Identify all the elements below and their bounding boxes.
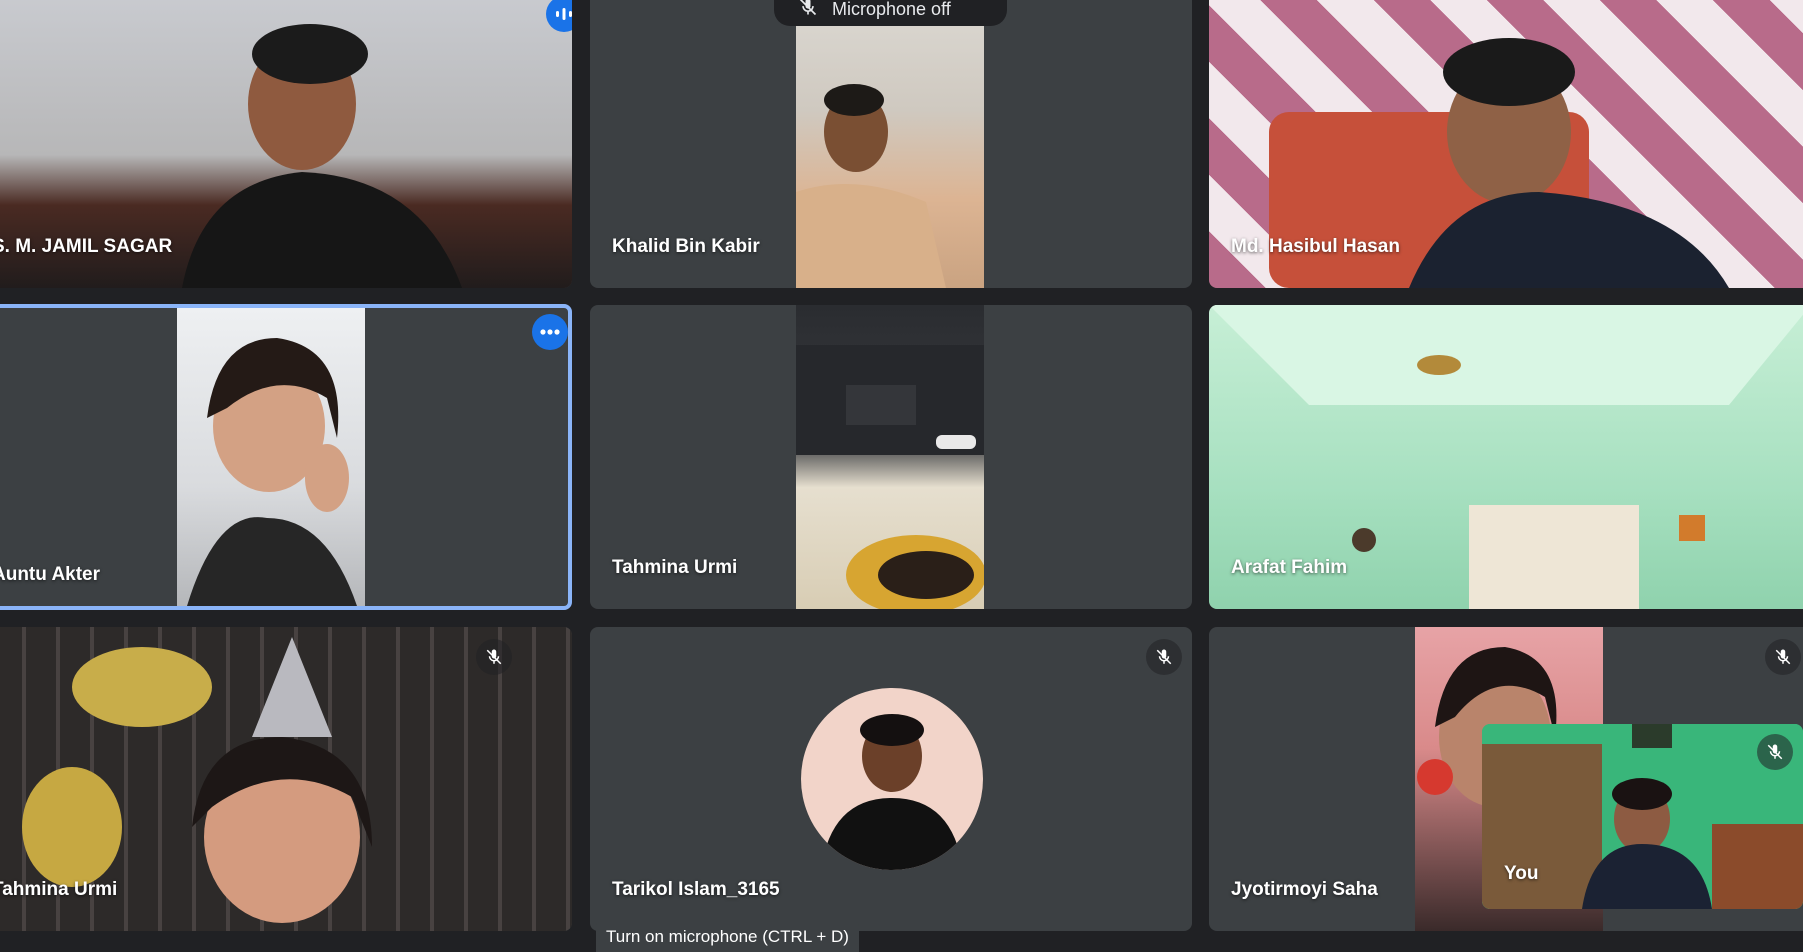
participant-name: Md. Hasibul Hasan bbox=[1231, 236, 1400, 257]
self-view-label: You bbox=[1504, 863, 1539, 884]
participant-name: Auntu Akter bbox=[0, 564, 101, 585]
participant-tile-tahmina-1[interactable]: Tahmina Urmi bbox=[590, 305, 1192, 609]
mic-off-icon bbox=[1757, 734, 1793, 770]
participant-name: Tahmina Urmi bbox=[612, 557, 738, 578]
participant-tile-tarikol[interactable]: Tarikol Islam_3165 bbox=[590, 627, 1192, 931]
participant-name: Arafat Fahim bbox=[1231, 557, 1348, 578]
participant-tile-jamil[interactable]: S. M. JAMIL SAGAR bbox=[0, 0, 572, 288]
toast-text: Microphone off bbox=[832, 0, 951, 19]
participant-name: Tahmina Urmi bbox=[0, 879, 118, 900]
person-silhouette bbox=[187, 338, 357, 606]
participant-tile-hasibul[interactable]: Md. Hasibul Hasan bbox=[1209, 0, 1803, 288]
person-silhouette bbox=[796, 84, 946, 288]
mic-off-icon bbox=[798, 0, 818, 22]
microphone-off-toast: Microphone off bbox=[774, 0, 1007, 26]
participant-tile-tahmina-2[interactable]: Tahmina Urmi bbox=[0, 627, 572, 931]
mic-off-icon bbox=[1146, 639, 1182, 675]
participant-tile-auntu[interactable]: Auntu Akter bbox=[0, 304, 572, 610]
avatar-photo bbox=[821, 714, 963, 870]
more-options-icon[interactable] bbox=[532, 314, 568, 350]
self-view[interactable]: You bbox=[1482, 724, 1803, 909]
participant-tile-arafat[interactable]: Arafat Fahim bbox=[1209, 305, 1803, 609]
mic-off-icon bbox=[476, 639, 512, 675]
avatar bbox=[801, 688, 983, 870]
laptop-shape bbox=[796, 345, 986, 609]
participant-video bbox=[796, 0, 984, 288]
participant-name: Khalid Bin Kabir bbox=[612, 236, 760, 257]
participant-name: Jyotirmoyi Saha bbox=[1231, 879, 1378, 900]
participant-name: Tarikol Islam_3165 bbox=[612, 879, 780, 900]
participant-video bbox=[796, 305, 986, 609]
participant-tile-khalid[interactable]: Khalid Bin Kabir bbox=[590, 0, 1192, 288]
mic-off-icon bbox=[1765, 639, 1801, 675]
participant-video bbox=[177, 308, 365, 606]
participant-name: S. M. JAMIL SAGAR bbox=[0, 236, 173, 257]
microphone-tooltip: Turn on microphone (CTRL + D) bbox=[596, 922, 859, 952]
